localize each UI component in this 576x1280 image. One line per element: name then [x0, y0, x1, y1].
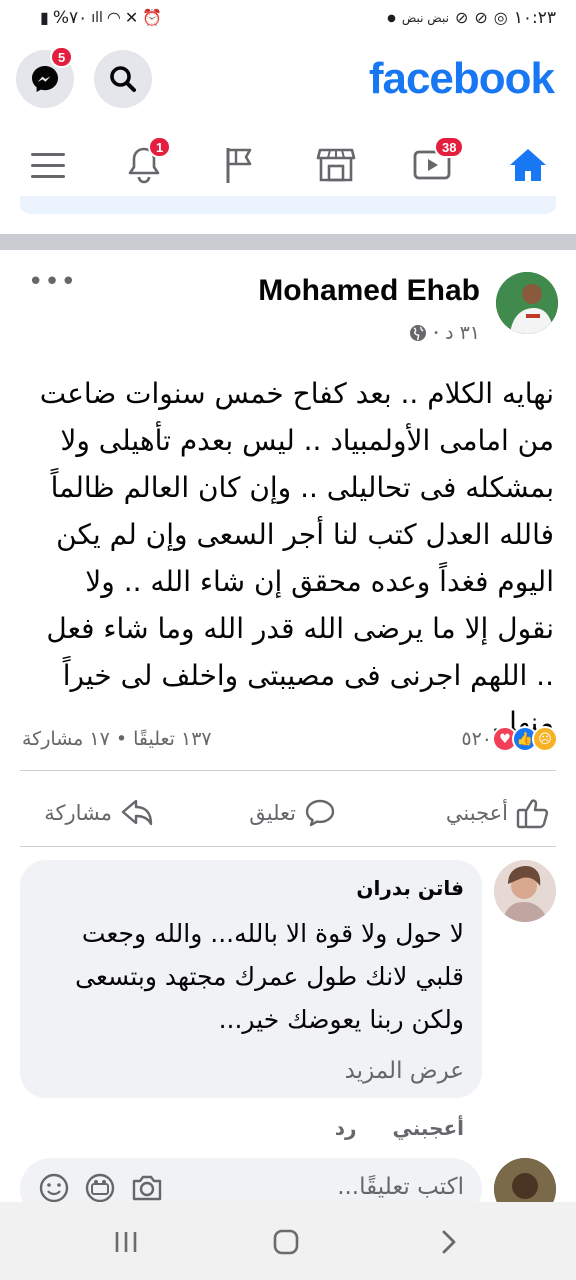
comments-shares-count[interactable]: ١٣٧ تعليقًا • ١٧ مشاركة: [22, 728, 212, 750]
battery-icon: ▮: [40, 8, 49, 27]
gif-icon[interactable]: [84, 1172, 116, 1204]
wifi-icon: ◠: [106, 8, 121, 27]
messenger-badge: 5: [50, 46, 74, 68]
post-body: نهايه الكلام .. بعد كفاح خمس سنوات ضاعت …: [39, 377, 554, 739]
whatsapp-icon: ◎: [493, 8, 508, 27]
mute-icon: ✕: [124, 8, 139, 27]
app-icon-2: ⊘: [474, 8, 488, 27]
watch-badge: 38: [434, 136, 465, 158]
notification-text: نبض نبض: [401, 11, 449, 25]
comment-like-button[interactable]: أعجبني: [393, 1116, 465, 1140]
commenter-name[interactable]: فاتن بدران: [356, 876, 464, 900]
app-header: 5 facebook: [0, 40, 576, 124]
main-nav: 1 38: [0, 130, 576, 202]
chevron-right-icon: [442, 1230, 456, 1254]
messenger-button[interactable]: 5: [16, 46, 74, 108]
search-icon: [110, 66, 136, 92]
divider: [20, 846, 556, 847]
recent-apps-button[interactable]: [106, 1222, 146, 1262]
like-button[interactable]: أعجبني: [446, 790, 550, 836]
post-actions: أعجبني تعليق مشاركة: [0, 790, 576, 836]
status-right: ● نبض نبض ⊘ ⊘ ◎ ١٠:٢٣: [387, 8, 556, 28]
like-icon: [516, 799, 549, 829]
comment-button[interactable]: تعليق: [249, 790, 336, 836]
dot-separator: •: [433, 327, 440, 339]
system-navigation-bar: [0, 1202, 576, 1280]
status-bar: ▮ %٧٠ ıll ◠ ✕ ⏰ ● نبض نبض ⊘ ⊘ ◎ ١٠:٢٣: [0, 0, 576, 40]
tab-pages[interactable]: [204, 130, 276, 200]
see-more-link[interactable]: عرض المزيد: [345, 1058, 464, 1084]
share-button[interactable]: مشاركة: [44, 790, 154, 836]
menu-icon: [31, 153, 65, 178]
avatar-photo: [494, 860, 556, 922]
recents-icon: [115, 1232, 137, 1252]
comment-reply-button[interactable]: رد: [335, 1116, 357, 1140]
tab-menu[interactable]: [12, 130, 84, 200]
reactions-summary[interactable]: ٥٢٠ ♥ 👍 ☹: [461, 726, 558, 752]
author-name[interactable]: Mohamed Ehab: [258, 274, 480, 308]
comment-placeholder: اكتب تعليقًا...: [337, 1174, 464, 1200]
notifications-badge: 1: [148, 136, 172, 158]
messenger-icon: [32, 66, 58, 92]
signal-icon: ıll: [91, 10, 103, 26]
author-avatar[interactable]: [496, 272, 558, 334]
status-left: ▮ %٧٠ ıll ◠ ✕ ⏰: [40, 8, 162, 28]
search-button[interactable]: [94, 50, 152, 108]
divider: [20, 770, 556, 771]
post-options-button[interactable]: •••: [28, 269, 77, 295]
facebook-logo[interactable]: facebook: [369, 54, 555, 104]
comment-label: تعليق: [249, 801, 296, 825]
tab-watch[interactable]: 38: [396, 130, 468, 200]
like-label: أعجبني: [445, 801, 508, 825]
emoji-icon[interactable]: [38, 1172, 70, 1204]
dot-icon: ●: [387, 12, 396, 24]
screen: ▮ %٧٠ ıll ◠ ✕ ⏰ ● نبض نبض ⊘ ⊘ ◎ ١٠:٢٣ 5: [0, 0, 576, 1280]
post-meta: ٣١ د •: [409, 322, 480, 344]
post-time[interactable]: ٣١ د: [445, 322, 480, 344]
comment-actions: أعجبني رد: [335, 1116, 464, 1140]
comment-bubble[interactable]: فاتن بدران لا حول ولا قوة الا بالله... و…: [20, 860, 482, 1098]
comment-tools: [38, 1172, 164, 1204]
back-button[interactable]: [428, 1222, 468, 1262]
commenter-avatar[interactable]: [494, 860, 556, 922]
alarm-icon: ⏰: [142, 8, 163, 27]
reaction-count: ٥٢٠: [461, 728, 492, 750]
comment-icon: [305, 799, 335, 827]
comment-text: لا حول ولا قوة الا بالله... والله وجعت ق…: [75, 919, 464, 1034]
home-system-button[interactable]: [266, 1222, 306, 1262]
feed-divider: [0, 234, 576, 250]
composer-edge: [20, 196, 556, 214]
globe-icon: [410, 325, 427, 341]
share-icon: [121, 799, 153, 826]
tab-marketplace[interactable]: [300, 130, 372, 200]
flag-icon: [226, 148, 252, 183]
tab-home[interactable]: [492, 130, 564, 200]
camera-icon[interactable]: [130, 1172, 164, 1204]
marketplace-icon: [316, 148, 356, 182]
battery-level: %٧٠: [52, 8, 88, 28]
home-square-icon: [273, 1229, 299, 1255]
tab-notifications[interactable]: 1: [108, 130, 180, 200]
avatar-photo: [496, 272, 558, 334]
sad-reaction-icon: ☹: [532, 726, 558, 752]
clock: ١٠:٢٣: [513, 8, 556, 28]
home-icon: [510, 149, 546, 181]
share-label: مشاركة: [44, 801, 112, 825]
app-icon: ⊘: [454, 8, 469, 27]
